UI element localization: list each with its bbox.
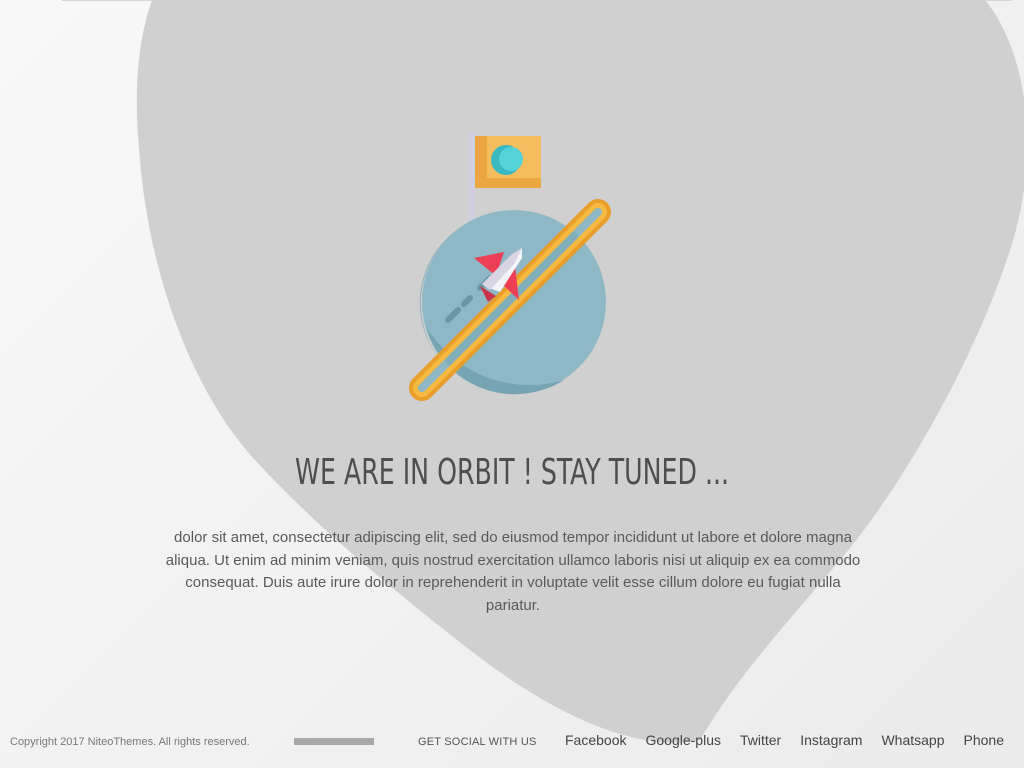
twitter-link[interactable]: Twitter (740, 732, 781, 748)
description: dolor sit amet, consectetur adipiscing e… (165, 529, 861, 614)
facebook-link[interactable]: Facebook (565, 732, 626, 748)
footer-divider (294, 738, 374, 745)
social-link-item: Phone (964, 732, 1004, 750)
social-link-item: Twitter (740, 732, 781, 750)
whatsapp-link[interactable]: Whatsapp (881, 732, 944, 748)
planet-with-flag-and-rocket-icon (409, 132, 611, 401)
social-link-item: Facebook (565, 732, 626, 750)
social-link-item: Whatsapp (881, 732, 944, 750)
headline: WE ARE IN ORBIT ! STAY TUNED ... (294, 452, 730, 493)
social-link-item: Instagram (800, 732, 862, 750)
social-link-item: Google-plus (645, 732, 721, 750)
footer: Copyright 2017 NiteoThemes. All rights r… (0, 728, 1024, 758)
social-heading: GET SOCIAL WITH US (418, 736, 537, 748)
instagram-link[interactable]: Instagram (800, 732, 862, 748)
copyright-text: Copyright 2017 NiteoThemes. All rights r… (10, 736, 250, 748)
social-links: Facebook Google-plus Twitter Instagram W… (546, 732, 1004, 750)
google-plus-link[interactable]: Google-plus (645, 732, 721, 748)
phone-link[interactable]: Phone (964, 732, 1004, 748)
